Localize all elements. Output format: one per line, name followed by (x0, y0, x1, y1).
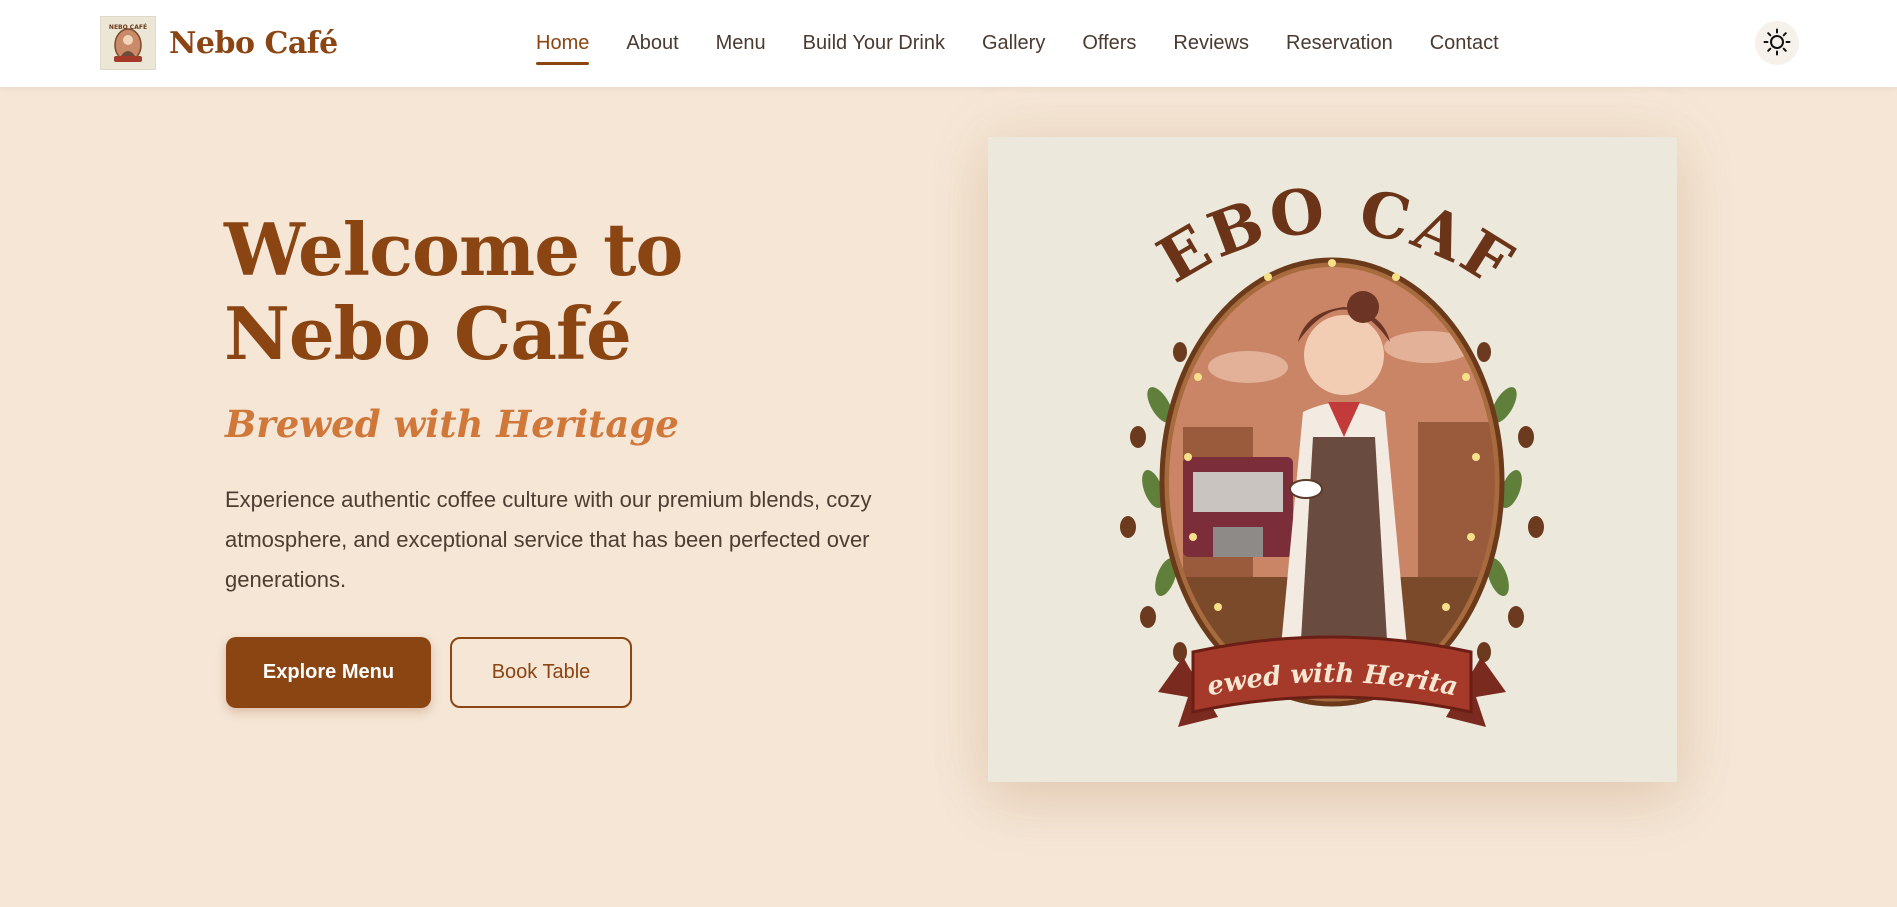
brand[interactable]: NEBO CAFÉ Nebo Café (100, 16, 338, 70)
svg-text:NEBO CAFÉ: NEBO CAFÉ (988, 137, 1528, 302)
hero-logo-illustration: NEBO CAFÉ Brewed with Heritage (988, 137, 1677, 782)
nav-item-home[interactable]: Home (536, 32, 590, 65)
main-nav: Home About Menu Build Your Drink Gallery… (536, 32, 1536, 65)
nav-item-reviews[interactable]: Reviews (1173, 32, 1249, 55)
nav-item-contact[interactable]: Contact (1430, 32, 1499, 55)
brand-name: Nebo Café (169, 25, 338, 61)
theme-toggle-button[interactable] (1755, 21, 1799, 65)
book-table-button[interactable]: Book Table (450, 637, 632, 708)
nav-item-about[interactable]: About (626, 32, 678, 55)
nav-item-gallery[interactable]: Gallery (982, 32, 1045, 55)
explore-menu-button[interactable]: Explore Menu (226, 637, 431, 708)
hero-subtitle: Brewed with Heritage (225, 402, 679, 446)
illustration-arc-text: NEBO CAFÉ (988, 137, 1524, 302)
site-header: NEBO CAFÉ Nebo Café Home About Menu Buil… (0, 0, 1897, 87)
nav-item-menu[interactable]: Menu (716, 32, 766, 55)
nav-item-reservation[interactable]: Reservation (1286, 32, 1393, 55)
hero-title: Welcome to Nebo Café (224, 207, 683, 376)
nav-item-build-your-drink[interactable]: Build Your Drink (803, 32, 945, 55)
cafe-logo-icon: NEBO CAFÉ (100, 16, 156, 70)
hero-description: Experience authentic coffee culture with… (225, 487, 872, 592)
nav-item-offers[interactable]: Offers (1082, 32, 1136, 55)
svg-text:NEBO CAFÉ: NEBO CAFÉ (109, 23, 147, 31)
sun-icon (1763, 28, 1791, 59)
